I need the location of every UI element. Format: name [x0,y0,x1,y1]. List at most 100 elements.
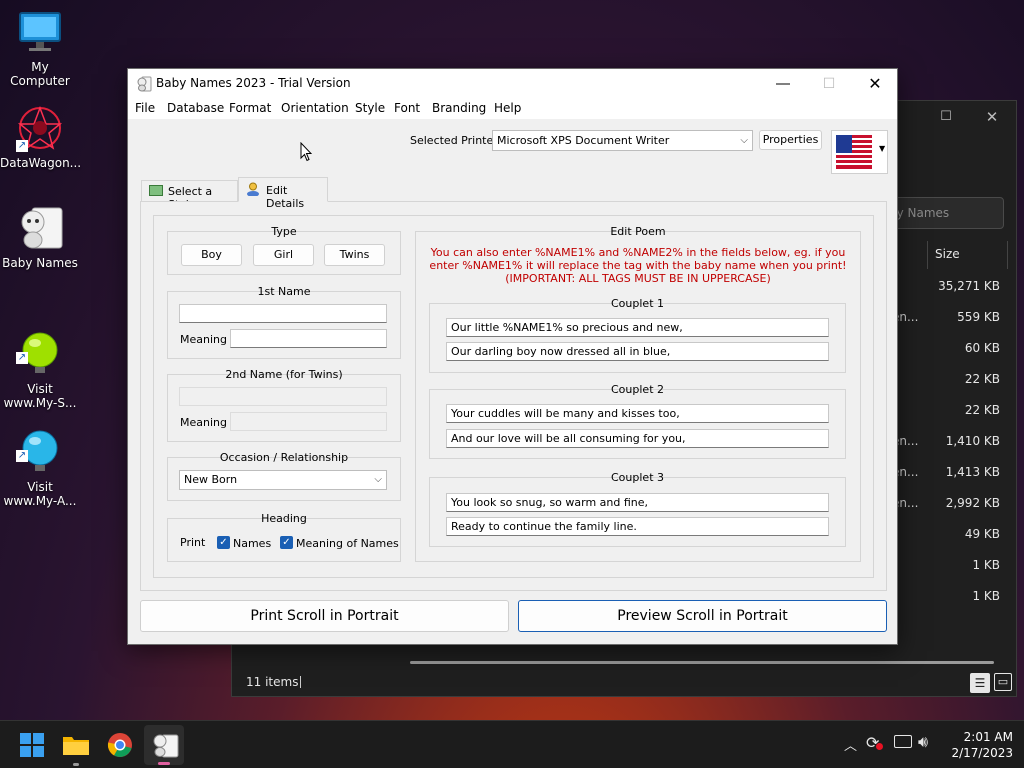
first-name-input[interactable] [179,304,387,323]
file-size: 60 KB [964,341,1000,355]
menu-branding[interactable]: Branding [432,101,486,115]
search-box[interactable]: by Names [882,197,1004,229]
couplet-title: Couplet 2 [611,383,664,396]
baby-names-taskbar-icon[interactable] [144,725,184,765]
couplet-1-line-2-input[interactable]: Our darling boy now dressed all in blue, [446,342,829,361]
file-size: 1,413 KB [945,465,1000,479]
second-name-group-title: 2nd Name (for Twins) [225,368,343,381]
print-scroll-button[interactable]: Print Scroll in Portrait [140,600,509,632]
occasion-group: Occasion / Relationship New Born ⌵ [167,451,401,501]
close-icon[interactable]: ✕ [982,107,1002,127]
desktop-icon-datawagon[interactable]: ↗ DataWagon... [0,104,82,170]
start-windows-icon[interactable] [16,729,48,761]
print-label: Print [180,536,206,549]
status-separator [300,676,301,688]
menu-format[interactable]: Format [229,101,271,115]
horizontal-scrollbar[interactable] [410,661,994,664]
desktop-icon-visit-my-a[interactable]: ↗ Visit www.My-A... [0,400,80,522]
menu-bar: File Database Format Orientation Style F… [128,99,897,119]
menu-font[interactable]: Font [394,101,420,115]
couplet-2-line-2-input[interactable]: And our love will be all consuming for y… [446,429,829,448]
names-checkbox[interactable]: ✓ [217,536,230,549]
first-name-meaning-label: Meaning [180,333,227,346]
title-bar[interactable]: Baby Names 2023 - Trial Version ― ☐ ✕ [128,69,897,99]
column-divider [1007,241,1008,269]
clock-date: 2/17/2023 [951,746,1013,760]
poem-instructions-line: enter %NAME1% it will replace the tag wi… [429,259,847,272]
edit-poem-group: Edit Poem You can also enter %NAME1% and… [415,225,861,562]
clock-time: 2:01 AM [963,730,1013,744]
couplet-2-group: Couplet 2 Your cuddles will be many and … [429,383,846,459]
network-icon[interactable] [894,735,912,748]
desktop-icon-label: DataWagon... [0,156,82,170]
occasion-group-title: Occasion / Relationship [219,451,349,464]
running-indicator [73,763,79,766]
desktop-icon-label: My Computer [10,60,70,88]
occasion-select-value: New Born [184,473,238,486]
tiles-view-icon[interactable]: ▭ [994,673,1012,691]
menu-file[interactable]: File [135,101,155,115]
desktop-icon-label: Visit www.My-A... [3,480,77,508]
menu-style[interactable]: Style [355,101,385,115]
maximize-icon[interactable]: ☐ [936,107,956,127]
couplet-title: Couplet 1 [611,297,664,310]
couplet-2-line-1-input[interactable]: Your cuddles will be many and kisses too… [446,404,829,423]
chevron-down-icon: ▼ [879,144,886,153]
couplet-3-line-2-input[interactable]: Ready to continue the family line. [446,517,829,536]
chevron-down-icon: ⌵ [374,474,382,485]
poem-instructions-line: You can also enter %NAME1% and %NAME2% i… [430,246,846,259]
desktop-icon-my-computer[interactable]: My Computer [0,8,80,88]
active-indicator [158,762,170,765]
printer-select[interactable]: Microsoft XPS Document Writer ⌵ [492,130,753,151]
volume-icon[interactable]: 🔊︎ [918,732,928,752]
type-group-title: Type [271,225,297,238]
sync-icon[interactable]: ⟳ [866,733,883,752]
couplet-1-line-1-input[interactable]: Our little %NAME1% so precious and new, [446,318,829,337]
boy-button[interactable]: Boy [181,244,242,266]
second-name-input[interactable] [179,387,387,406]
flag-dropdown[interactable]: ▼ [831,130,888,174]
minimize-button[interactable]: ― [760,69,806,99]
second-name-meaning-input[interactable] [230,412,387,431]
status-item-count: 11 items [246,675,299,689]
couplet-3-line-1-input[interactable]: You look so snug, so warm and fine, [446,493,829,512]
details-view-icon[interactable]: ☰ [970,673,990,693]
couplet-3-group: Couplet 3 You look so snug, so warm and … [429,471,846,547]
size-column-header[interactable]: Size [935,247,960,261]
twins-button[interactable]: Twins [324,244,385,266]
names-checkbox-label: Names [233,537,272,550]
desktop-icon-baby-names[interactable]: Baby Names [0,204,80,270]
image-icon [149,185,163,196]
menu-database[interactable]: Database [167,101,224,115]
properties-button[interactable]: Properties [759,130,822,150]
occasion-select[interactable]: New Born ⌵ [179,470,387,490]
preview-scroll-button[interactable]: Preview Scroll in Portrait [518,600,887,632]
file-size: 35,271 KB [938,279,1000,293]
search-placeholder: by Names [889,206,950,220]
maximize-button[interactable]: ☐ [806,69,852,99]
meaning-of-names-checkbox[interactable]: ✓ [280,536,293,549]
menu-orientation[interactable]: Orientation [281,101,349,115]
poem-instructions-line: (IMPORTANT: ALL TAGS MUST BE IN UPPERCAS… [505,272,771,285]
baby-names-window[interactable]: Baby Names 2023 - Trial Version ― ☐ ✕ Fi… [127,68,898,645]
file-size: 49 KB [964,527,1000,541]
file-size: 1,410 KB [945,434,1000,448]
file-size: 1 KB [972,558,1000,572]
show-hidden-icons-chevron-icon[interactable]: ︿ [844,735,857,754]
chrome-icon[interactable] [104,729,136,761]
girl-button[interactable]: Girl [253,244,314,266]
first-name-meaning-input[interactable] [230,329,387,348]
file-explorer-folder-icon[interactable] [60,729,92,766]
close-button[interactable]: ✕ [852,69,898,99]
edit-poem-title: Edit Poem [610,225,666,238]
tab-edit-details[interactable]: Edit Details [238,177,328,210]
clock[interactable]: 2:01 AM 2/17/2023 [945,729,1013,761]
person-icon [246,182,260,199]
tab-select-a-style[interactable]: Select a Style [141,180,238,211]
file-size: 22 KB [964,403,1000,417]
datawagon-icon: ↗ [16,104,64,152]
menu-help[interactable]: Help [494,101,521,115]
shortcut-arrow-icon: ↗ [16,352,28,364]
couplet-1-group: Couplet 1 Our little %NAME1% so precious… [429,297,846,373]
baby-names-icon [16,204,64,252]
